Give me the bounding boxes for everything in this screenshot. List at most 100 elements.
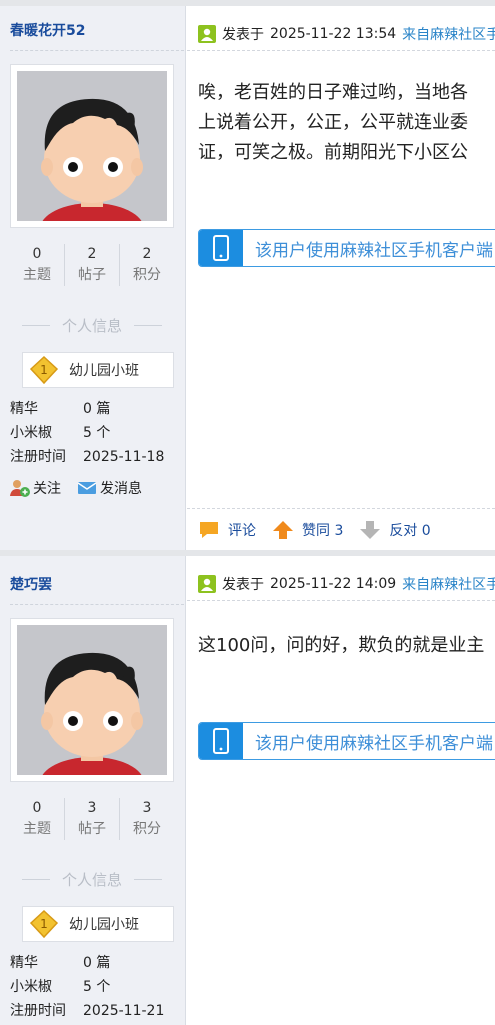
author-stats: 0 主题 3 帖子 3 积分 — [10, 798, 174, 840]
stat-label: 积分 — [133, 267, 161, 283]
personal-info-heading: 个人信息 — [10, 869, 174, 890]
post-content: 发表于 2025-11-22 13:54 来自麻辣社区手 唉，老百姓的日子难过哟… — [187, 6, 495, 550]
info-value: 5 个 — [83, 425, 111, 441]
info-value: 0 篇 — [83, 955, 111, 971]
user-level[interactable]: 1 幼儿园小班 — [22, 906, 174, 942]
info-value: 5 个 — [83, 979, 111, 995]
info-key: 小米椒 — [10, 979, 52, 995]
comment-button[interactable]: 评论 — [198, 520, 256, 540]
stat-label: 积分 — [133, 821, 161, 837]
follow-button[interactable]: 关注 — [10, 478, 61, 498]
comment-label: 评论 — [228, 523, 256, 539]
oppose-button[interactable]: 反对 0 — [359, 520, 431, 540]
like-count: 赞同 3 — [302, 523, 344, 539]
post-body-line: 唉，老百姓的日子难过哟，当地各 — [198, 82, 468, 103]
avatar[interactable] — [10, 64, 174, 228]
mobile-client-text: 该用户使用麻辣社区手机客户端 — [255, 733, 493, 754]
info-key: 精华 — [10, 955, 38, 971]
stat-label: 主题 — [23, 821, 51, 837]
info-value: 0 篇 — [83, 401, 111, 417]
like-button[interactable]: 赞同 3 — [272, 520, 343, 540]
post-content: 发表于 2025-11-22 14:09 来自麻辣社区手 这100问，问的好，欺… — [187, 556, 495, 1025]
divider — [187, 50, 495, 51]
online-user-icon — [198, 575, 216, 593]
mobile-phone-icon — [199, 723, 243, 759]
info-pepper: 小米椒 5 个 — [10, 422, 110, 442]
author-username[interactable]: 春暖花开52 — [10, 20, 85, 40]
divider — [10, 50, 184, 51]
author-sidebar: 春暖花开52 0 主题 2 帖子 2 积分 个人信息 1 幼儿园小班 精华 0 … — [0, 6, 186, 550]
avatar-image-icon — [17, 71, 167, 221]
svg-text:1: 1 — [40, 917, 48, 931]
mobile-client-banner[interactable]: 该用户使用麻辣社区手机客户端 — [198, 722, 495, 760]
personal-info-heading: 个人信息 — [10, 315, 174, 336]
info-register-date: 注册时间 2025-11-21 — [10, 1000, 164, 1020]
stat-value: 3 — [142, 800, 152, 816]
online-user-icon — [198, 25, 216, 43]
author-stats: 0 主题 2 帖子 2 积分 — [10, 244, 174, 286]
post-timestamp: 2025-11-22 13:54 — [270, 26, 397, 42]
info-key: 注册时间 — [10, 449, 66, 465]
user-level[interactable]: 1 幼儿园小班 — [22, 352, 174, 388]
message-label: 发消息 — [100, 481, 142, 497]
level-label: 幼儿园小班 — [69, 917, 139, 933]
mobile-client-banner[interactable]: 该用户使用麻辣社区手机客户端 — [198, 229, 495, 267]
author-sidebar: 楚巧罢 0 主题 3 帖子 3 积分 个人信息 1 幼儿园小班 精华 0 篇 小… — [0, 556, 186, 1025]
post-timestamp: 2025-11-22 14:09 — [270, 576, 397, 592]
post-body: 唉，老百姓的日子难过哟，当地各 上说着公开，公正，公平就连业委 证，可笑之极。前… — [198, 78, 495, 168]
info-register-date: 注册时间 2025-11-18 — [10, 446, 164, 466]
oppose-count: 反对 0 — [389, 523, 431, 539]
follow-icon — [10, 480, 30, 497]
stat-value: 3 — [87, 800, 97, 816]
envelope-icon — [77, 482, 97, 494]
mobile-phone-icon — [199, 230, 243, 266]
post-meta: 发表于 2025-11-22 13:54 来自麻辣社区手 — [198, 24, 495, 44]
divider — [187, 600, 495, 601]
stat-label: 帖子 — [78, 267, 106, 283]
post-body-line: 证，可笑之极。前期阳光下小区公 — [198, 142, 468, 163]
divider — [187, 508, 495, 509]
post-source-link[interactable]: 来自麻辣社区手 — [402, 24, 495, 44]
stat-label: 帖子 — [78, 821, 106, 837]
stat-posts[interactable]: 2 帖子 — [65, 244, 120, 286]
arrow-down-icon — [360, 521, 381, 539]
info-value: 2025-11-18 — [83, 449, 165, 465]
stat-label: 主题 — [23, 267, 51, 283]
post-body: 这100问，问的好，欺负的就是业主 — [198, 631, 495, 661]
mobile-client-text: 该用户使用麻辣社区手机客户端 — [255, 240, 493, 261]
send-message-button[interactable]: 发消息 — [77, 478, 142, 498]
svg-text:1: 1 — [40, 363, 48, 377]
post-body-line: 这100问，问的好，欺负的就是业主 — [198, 635, 485, 656]
stat-points[interactable]: 3 积分 — [120, 798, 174, 840]
avatar-image-icon — [17, 625, 167, 775]
follow-label: 关注 — [33, 481, 61, 497]
post-body-line: 上说着公开，公正，公平就连业委 — [198, 112, 468, 133]
arrow-up-icon — [273, 521, 293, 539]
post-1: 春暖花开52 0 主题 2 帖子 2 积分 个人信息 1 幼儿园小班 精华 0 … — [0, 6, 495, 550]
stat-points[interactable]: 2 积分 — [120, 244, 174, 286]
stat-posts[interactable]: 3 帖子 — [65, 798, 120, 840]
info-key: 注册时间 — [10, 1003, 66, 1019]
info-key: 精华 — [10, 401, 38, 417]
stat-value: 2 — [142, 246, 152, 262]
info-key: 小米椒 — [10, 425, 52, 441]
info-digest: 精华 0 篇 — [10, 398, 110, 418]
post-2: 楚巧罢 0 主题 3 帖子 3 积分 个人信息 1 幼儿园小班 精华 0 篇 小… — [0, 556, 495, 1025]
post-source-link[interactable]: 来自麻辣社区手 — [402, 574, 495, 594]
stat-value: 0 — [32, 800, 42, 816]
stat-threads[interactable]: 0 主题 — [10, 244, 65, 286]
posted-at-label: 发表于 — [222, 577, 264, 593]
author-actions: 关注 发消息 — [10, 478, 158, 498]
info-pepper: 小米椒 5 个 — [10, 976, 110, 996]
avatar[interactable] — [10, 618, 174, 782]
post-actions: 评论 赞同 3 反对 0 — [198, 520, 447, 540]
stat-value: 0 — [32, 246, 42, 262]
author-username[interactable]: 楚巧罢 — [10, 574, 52, 594]
comment-icon — [200, 522, 218, 538]
stat-value: 2 — [87, 246, 97, 262]
stat-threads[interactable]: 0 主题 — [10, 798, 65, 840]
info-value: 2025-11-21 — [83, 1003, 165, 1019]
info-digest: 精华 0 篇 — [10, 952, 110, 972]
post-meta: 发表于 2025-11-22 14:09 来自麻辣社区手 — [198, 574, 495, 594]
divider — [10, 604, 184, 605]
